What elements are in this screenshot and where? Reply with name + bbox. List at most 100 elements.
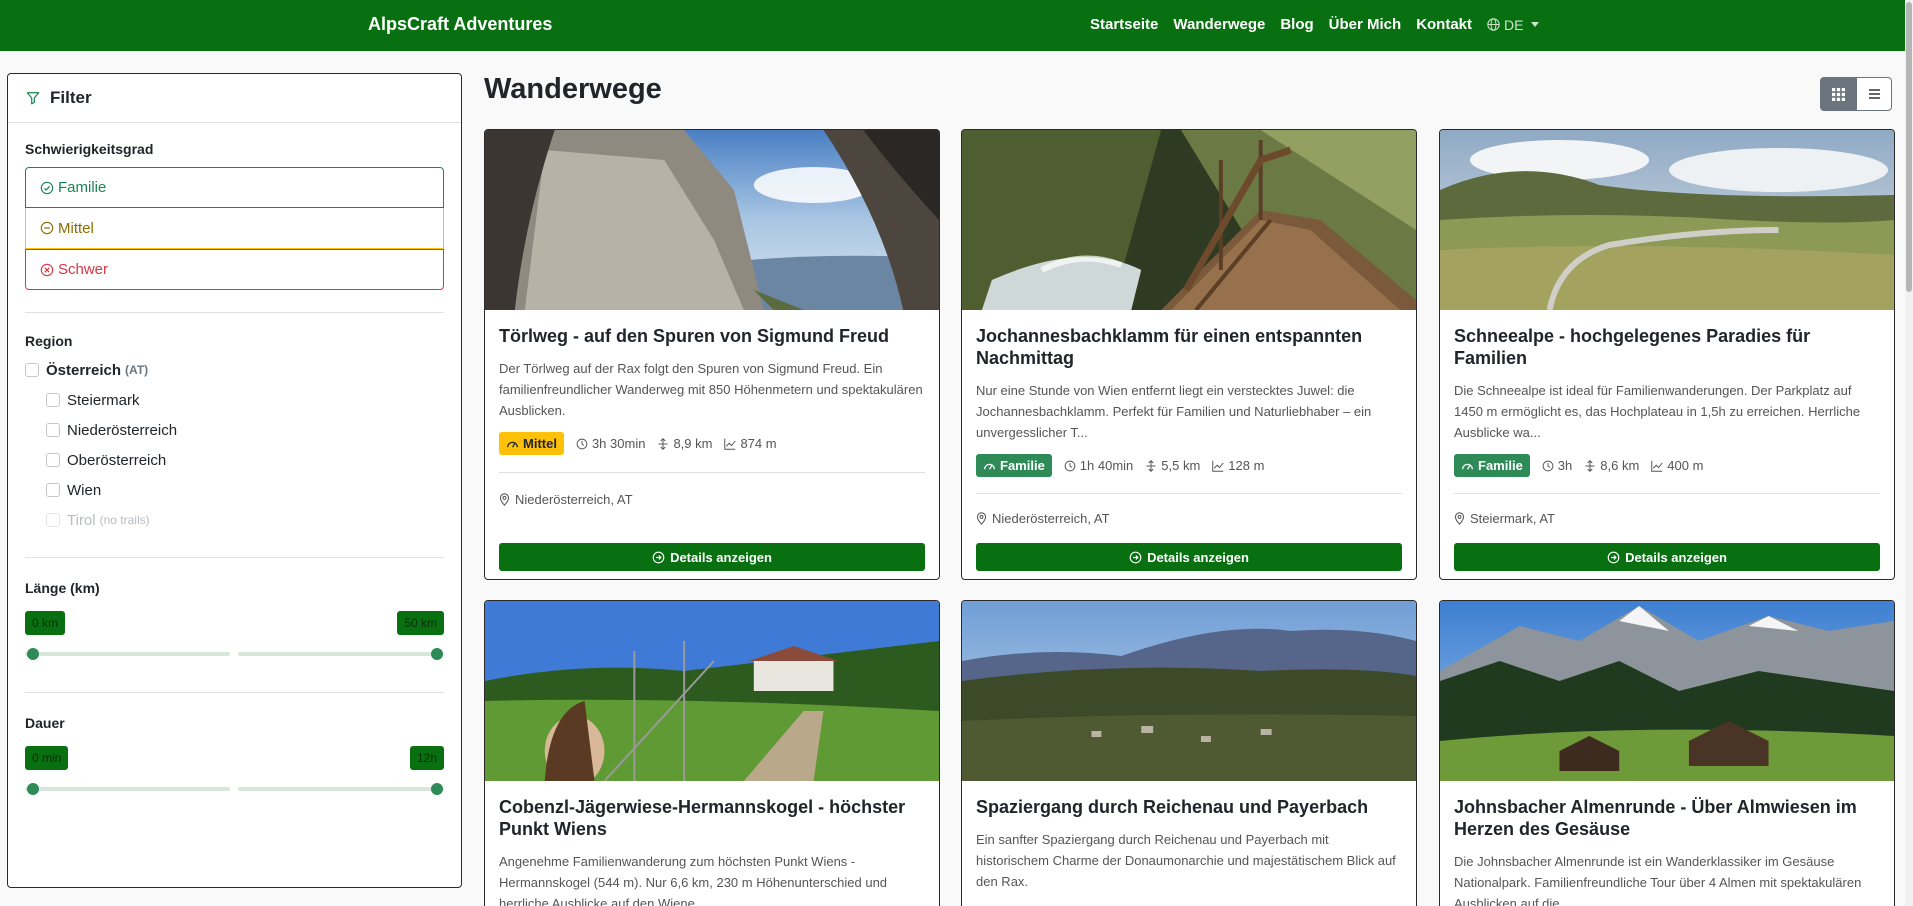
chevron-down-icon [1531, 22, 1540, 27]
list-icon [1868, 89, 1880, 99]
location-pin-icon [1454, 512, 1465, 525]
duration-slider-track-max[interactable] [238, 787, 444, 791]
trail-photo[interactable] [485, 601, 939, 781]
duration-slider-min-handle[interactable] [27, 783, 39, 795]
filter-header: Filter [8, 74, 461, 123]
nav-links: Startseite Wanderwege Blog Über Mich Kon… [1090, 16, 1540, 33]
region-checkbox-oberoesterreich[interactable] [46, 453, 60, 467]
trail-elevation-value: 874 m [740, 436, 777, 451]
region-state-row[interactable]: Steiermark [25, 385, 444, 415]
speedometer-icon [984, 463, 995, 470]
length-slider-max-handle[interactable] [431, 648, 443, 660]
distance-icon [1146, 459, 1156, 472]
clock-icon [1064, 460, 1076, 471]
x-circle-icon [40, 263, 54, 277]
trail-photo[interactable] [1440, 130, 1894, 310]
nav-link-startseite[interactable]: Startseite [1090, 16, 1158, 33]
trail-photo[interactable] [962, 601, 1416, 781]
trail-card[interactable]: Johnsbacher Almenrunde - Über Almwiesen … [1439, 600, 1895, 906]
distance-icon [1585, 459, 1595, 472]
region-country-code: (AT) [125, 363, 149, 377]
trail-photo[interactable] [962, 130, 1416, 310]
divider [25, 557, 444, 558]
region-disabled-note: (no trails) [99, 513, 150, 527]
difficulty-option-familie[interactable]: Familie [25, 167, 444, 208]
trail-description: Der Törlweg auf der Rax folgt den Spuren… [499, 361, 923, 418]
arrow-right-circle-icon [1129, 551, 1142, 563]
length-title: Länge (km) [25, 580, 100, 596]
length-slider-track-min[interactable] [25, 652, 230, 656]
trail-photo[interactable] [485, 130, 939, 310]
divider [25, 692, 444, 693]
length-slider-min-handle[interactable] [27, 648, 39, 660]
language-label: DE [1504, 16, 1524, 33]
trail-title[interactable]: Jochannesbachklamm für einen entspannten… [976, 325, 1402, 369]
scrollbar[interactable] [1905, 0, 1913, 906]
difficulty-option-schwer[interactable]: Schwer [25, 249, 444, 290]
list-view-button[interactable] [1856, 77, 1892, 111]
details-button[interactable]: Details anzeigen [499, 543, 925, 571]
region-state-row-disabled: Tirol (no trails) [25, 505, 444, 535]
duration-slider-track-min[interactable] [25, 787, 230, 791]
region-checkbox-steiermark[interactable] [46, 393, 60, 407]
speedometer-icon [1462, 463, 1473, 470]
region-state-row[interactable]: Wien [25, 475, 444, 505]
region-state-row[interactable]: Oberösterreich [25, 445, 444, 475]
difficulty-option-mittel[interactable]: Mittel [25, 208, 444, 249]
difficulty-badge-label: Mittel [523, 436, 557, 451]
trail-title[interactable]: Schneealpe - hochgelegenes Paradies für … [1454, 325, 1880, 369]
duration-title: Dauer [25, 715, 65, 731]
region-country-row[interactable]: Österreich (AT) [25, 355, 444, 385]
grid-view-button[interactable] [1820, 77, 1856, 111]
trail-distance: 8,9 km [657, 436, 712, 451]
details-button[interactable]: Details anzeigen [976, 543, 1402, 571]
trail-title[interactable]: Cobenzl-Jägerwiese-Hermannskogel - höchs… [499, 796, 925, 840]
trail-card[interactable]: Jochannesbachklamm für einen entspannten… [961, 129, 1417, 580]
trail-description: Die Schneealpe ist ideal für Familienwan… [1454, 383, 1861, 440]
trail-title[interactable]: Johnsbacher Almenrunde - Über Almwiesen … [1454, 796, 1880, 840]
trail-photo[interactable] [1440, 601, 1894, 781]
difficulty-title: Schwierigkeitsgrad [25, 141, 154, 157]
region-country-label: Österreich [46, 361, 122, 379]
trail-location: Niederösterreich, AT [499, 492, 633, 507]
length-slider-track-max[interactable] [238, 652, 444, 656]
scrollbar-thumb[interactable] [1906, 2, 1912, 292]
trail-elevation: 128 m [1212, 458, 1264, 473]
trail-card[interactable]: Cobenzl-Jägerwiese-Hermannskogel - höchs… [484, 600, 940, 906]
trail-description: Ein sanfter Spaziergang durch Reichenau … [976, 832, 1396, 889]
region-checkbox-niederoesterreich[interactable] [46, 423, 60, 437]
language-dropdown[interactable]: DE [1487, 16, 1540, 33]
graph-up-icon [724, 438, 737, 450]
details-button[interactable]: Details anzeigen [1454, 543, 1880, 571]
trail-card[interactable]: Spaziergang durch Reichenau und Payerbac… [961, 600, 1417, 906]
region-checkbox-wien[interactable] [46, 483, 60, 497]
trail-title[interactable]: Spaziergang durch Reichenau und Payerbac… [976, 796, 1402, 818]
region-state-row[interactable]: Niederösterreich [25, 415, 444, 445]
filter-title: Filter [50, 88, 92, 107]
region-state-label: Niederösterreich [67, 421, 178, 439]
nav-link-blog[interactable]: Blog [1280, 16, 1313, 33]
difficulty-badge-label: Familie [1478, 458, 1523, 473]
duration-max-badge: 12h [409, 746, 444, 770]
card-divider [1454, 493, 1880, 494]
graph-up-icon [1212, 460, 1224, 472]
globe-icon [1487, 18, 1500, 31]
trail-elevation-value: 400 m [1667, 458, 1704, 473]
difficulty-badge: Familie [1454, 454, 1530, 477]
trail-description: Die Johnsbacher Almenrunde ist ein Wande… [1454, 854, 1862, 906]
trail-title[interactable]: Törlweg - auf den Spuren von Sigmund Fre… [499, 325, 925, 347]
difficulty-label: Schwer [58, 261, 109, 278]
trail-card[interactable]: Törlweg - auf den Spuren von Sigmund Fre… [484, 129, 940, 580]
duration-slider-max-handle[interactable] [431, 783, 443, 795]
difficulty-badge: Familie [976, 454, 1052, 477]
nav-link-kontakt[interactable]: Kontakt [1416, 16, 1472, 33]
nav-link-ueber-mich[interactable]: Über Mich [1329, 16, 1402, 33]
distance-icon [658, 437, 668, 450]
brand-logo[interactable]: AlpsCraft Adventures [368, 14, 552, 35]
details-button-label: Details anzeigen [670, 549, 772, 565]
trail-elevation-value: 128 m [1228, 458, 1265, 473]
region-state-label: Wien [67, 481, 102, 499]
trail-card[interactable]: Schneealpe - hochgelegenes Paradies für … [1439, 129, 1895, 580]
nav-link-wanderwege[interactable]: Wanderwege [1173, 16, 1265, 33]
region-checkbox-oesterreich[interactable] [25, 363, 39, 377]
